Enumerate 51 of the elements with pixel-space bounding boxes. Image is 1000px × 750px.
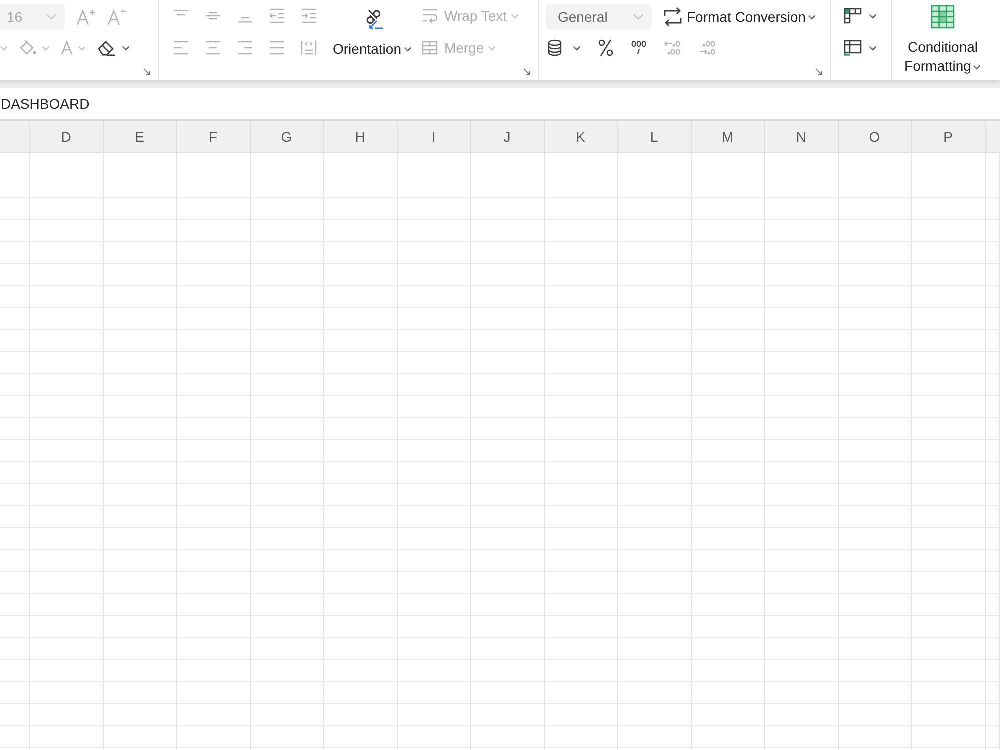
corner-arrow-icon (815, 68, 823, 76)
grid-icon (844, 8, 862, 24)
wrap-text-icon (422, 8, 438, 24)
chevron-icon (46, 14, 57, 20)
font-size-up-icon (76, 8, 96, 26)
font-size-down-icon (107, 8, 127, 26)
increase-indent-icon (301, 8, 317, 24)
orientation-button[interactable]: Orientation (333, 4, 412, 60)
table-icon (844, 40, 862, 56)
dialog-launcher-button[interactable] (523, 68, 531, 76)
dialog-launcher-button[interactable] (815, 68, 823, 76)
column-header[interactable]: H (324, 121, 398, 152)
dialog-launcher-button[interactable] (143, 68, 151, 76)
column-header[interactable]: N (765, 121, 838, 152)
column-header[interactable]: P (912, 121, 986, 152)
increase-decimal-icon (699, 39, 717, 57)
conditional-formatting-button[interactable]: Conditional Formatting (900, 5, 986, 76)
justify-icon (269, 41, 285, 55)
convert-arrows-icon (663, 7, 683, 27)
corner-arrow-icon (143, 68, 151, 76)
align-middle-icon (205, 12, 221, 20)
column-header[interactable]: J (471, 121, 544, 152)
number-format-field[interactable]: General (546, 4, 652, 30)
column-header[interactable]: D (30, 121, 104, 152)
merge-cells-icon (422, 41, 438, 55)
column-header[interactable]: G (250, 121, 324, 152)
eraser-icon (97, 39, 117, 57)
paint-bucket-icon (19, 40, 37, 56)
decrease-indent-icon (269, 8, 285, 24)
percent-icon (598, 39, 614, 57)
column-header[interactable]: E (104, 121, 177, 152)
format-conversion-button[interactable]: Format Conversion (663, 4, 816, 30)
align-top-icon (173, 10, 189, 16)
corner-arrow-icon (523, 68, 531, 76)
column-header[interactable]: F (177, 121, 250, 152)
table-grid-icon (931, 5, 955, 29)
align-right-icon (237, 41, 253, 55)
align-center-icon (205, 41, 221, 55)
column-header[interactable]: O (838, 121, 912, 152)
chevron-icon (633, 14, 644, 20)
column-header[interactable]: L (618, 121, 692, 152)
decrease-decimal-icon (664, 39, 682, 57)
column-header[interactable]: M (692, 121, 765, 152)
align-left-icon (173, 41, 189, 55)
letter-a-icon (61, 41, 73, 55)
distributed-icon (301, 40, 317, 56)
thousands-separator-icon (631, 40, 647, 56)
align-bottom-icon (237, 17, 253, 23)
coin-stack-icon (547, 39, 563, 57)
column-header[interactable]: K (544, 121, 618, 152)
column-header[interactable]: I (398, 121, 471, 152)
